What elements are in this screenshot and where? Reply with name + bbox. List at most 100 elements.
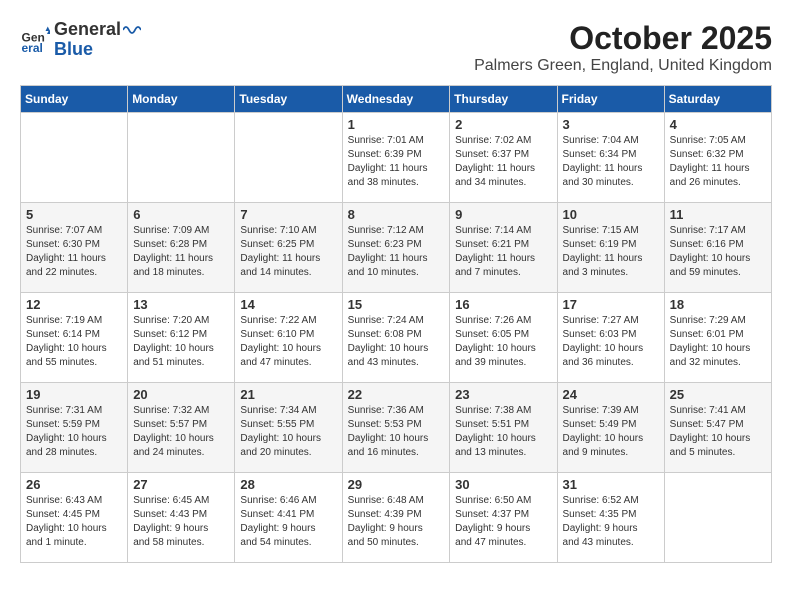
- day-number: 5: [26, 207, 122, 222]
- day-info: Sunrise: 7:05 AM Sunset: 6:32 PM Dayligh…: [670, 134, 766, 190]
- day-number: 17: [563, 297, 659, 312]
- day-info: Sunrise: 7:34 AM Sunset: 5:55 PM Dayligh…: [240, 404, 336, 460]
- location: Palmers Green, England, United Kingdom: [474, 57, 772, 75]
- calendar-cell: [21, 113, 128, 203]
- calendar-cell: 26 Sunrise: 6:43 AM Sunset: 4:45 PM Dayli…: [21, 473, 128, 563]
- logo-icon: Gen eral: [20, 25, 50, 55]
- day-number: 24: [563, 387, 659, 402]
- day-number: 27: [133, 477, 229, 492]
- day-number: 23: [455, 387, 551, 402]
- svg-text:eral: eral: [22, 41, 43, 55]
- calendar-cell: 13Sunrise: 7:20 AM Sunset: 6:12 PM Dayli…: [128, 293, 235, 383]
- day-info: Sunrise: 7:07 AM Sunset: 6:30 PM Dayligh…: [26, 224, 122, 280]
- day-info: Sunrise: 7:38 AM Sunset: 5:51 PM Dayligh…: [455, 404, 551, 460]
- day-number: 16: [455, 297, 551, 312]
- day-info: Sunrise: 6:52 AM Sunset: 4:35 PM Dayligh…: [563, 494, 659, 550]
- day-info: Sunrise: 6:43 AM Sunset: 4:45 PM Dayligh…: [26, 494, 122, 550]
- wave-icon: [123, 23, 141, 37]
- day-info: Sunrise: 7:04 AM Sunset: 6:34 PM Dayligh…: [563, 134, 659, 190]
- calendar-cell: [664, 473, 771, 563]
- day-number: 29: [348, 477, 445, 492]
- day-info: Sunrise: 7:22 AM Sunset: 6:10 PM Dayligh…: [240, 314, 336, 370]
- calendar-cell: 22 Sunrise: 7:36 AM Sunset: 5:53 PM Dayli…: [342, 383, 450, 473]
- weekday-header: Sunday: [21, 86, 128, 113]
- day-info: Sunrise: 7:02 AM Sunset: 6:37 PM Dayligh…: [455, 134, 551, 190]
- calendar-header-row: SundayMondayTuesdayWednesdayThursdayFrid…: [21, 86, 772, 113]
- calendar-cell: 17 Sunrise: 7:27 AM Sunset: 6:03 PM Dayli…: [557, 293, 664, 383]
- calendar-cell: 16 Sunrise: 7:26 AM Sunset: 6:05 PM Dayli…: [450, 293, 557, 383]
- day-info: Sunrise: 7:39 AM Sunset: 5:49 PM Dayligh…: [563, 404, 659, 460]
- day-number: 3: [563, 117, 659, 132]
- calendar-cell: 30Sunrise: 6:50 AM Sunset: 4:37 PM Dayli…: [450, 473, 557, 563]
- calendar-cell: 29 Sunrise: 6:48 AM Sunset: 4:39 PM Dayli…: [342, 473, 450, 563]
- day-info: Sunrise: 7:17 AM Sunset: 6:16 PM Dayligh…: [670, 224, 766, 280]
- title-block: October 2025 Palmers Green, England, Uni…: [474, 20, 772, 75]
- day-number: 6: [133, 207, 229, 222]
- calendar-cell: 31 Sunrise: 6:52 AM Sunset: 4:35 PM Dayli…: [557, 473, 664, 563]
- day-number: 9: [455, 207, 551, 222]
- day-number: 15: [348, 297, 445, 312]
- day-info: Sunrise: 6:45 AM Sunset: 4:43 PM Dayligh…: [133, 494, 229, 550]
- day-info: Sunrise: 7:24 AM Sunset: 6:08 PM Dayligh…: [348, 314, 445, 370]
- day-info: Sunrise: 7:09 AM Sunset: 6:28 PM Dayligh…: [133, 224, 229, 280]
- calendar-cell: 19 Sunrise: 7:31 AM Sunset: 5:59 PM Dayli…: [21, 383, 128, 473]
- logo: Gen eral General Blue: [20, 20, 141, 60]
- calendar-cell: 27 Sunrise: 6:45 AM Sunset: 4:43 PM Dayli…: [128, 473, 235, 563]
- day-info: Sunrise: 7:26 AM Sunset: 6:05 PM Dayligh…: [455, 314, 551, 370]
- calendar-cell: 21 Sunrise: 7:34 AM Sunset: 5:55 PM Dayli…: [235, 383, 342, 473]
- day-number: 14: [240, 297, 336, 312]
- day-number: 22: [348, 387, 445, 402]
- calendar-cell: 10Sunrise: 7:15 AM Sunset: 6:19 PM Dayli…: [557, 203, 664, 293]
- day-number: 30: [455, 477, 551, 492]
- day-number: 26: [26, 477, 122, 492]
- calendar-cell: 1 Sunrise: 7:01 AM Sunset: 6:39 PM Daylig…: [342, 113, 450, 203]
- calendar-cell: 9 Sunrise: 7:14 AM Sunset: 6:21 PM Daylig…: [450, 203, 557, 293]
- day-info: Sunrise: 7:15 AM Sunset: 6:19 PM Dayligh…: [563, 224, 659, 280]
- page-header: Gen eral General Blue October 2025 Palme…: [20, 20, 772, 75]
- day-info: Sunrise: 7:36 AM Sunset: 5:53 PM Dayligh…: [348, 404, 445, 460]
- calendar-cell: 5 Sunrise: 7:07 AM Sunset: 6:30 PM Daylig…: [21, 203, 128, 293]
- day-number: 18: [670, 297, 766, 312]
- weekday-header: Saturday: [664, 86, 771, 113]
- day-number: 31: [563, 477, 659, 492]
- weekday-header: Wednesday: [342, 86, 450, 113]
- month-title: October 2025: [474, 20, 772, 57]
- calendar-cell: [128, 113, 235, 203]
- day-number: 2: [455, 117, 551, 132]
- calendar-table: SundayMondayTuesdayWednesdayThursdayFrid…: [20, 85, 772, 563]
- calendar-cell: 25 Sunrise: 7:41 AM Sunset: 5:47 PM Dayli…: [664, 383, 771, 473]
- calendar-cell: [235, 113, 342, 203]
- day-info: Sunrise: 7:10 AM Sunset: 6:25 PM Dayligh…: [240, 224, 336, 280]
- calendar-cell: 4Sunrise: 7:05 AM Sunset: 6:32 PM Daylig…: [664, 113, 771, 203]
- day-number: 12: [26, 297, 122, 312]
- day-number: 21: [240, 387, 336, 402]
- calendar-cell: 7 Sunrise: 7:10 AM Sunset: 6:25 PM Daylig…: [235, 203, 342, 293]
- day-number: 1: [348, 117, 445, 132]
- day-info: Sunrise: 7:12 AM Sunset: 6:23 PM Dayligh…: [348, 224, 445, 280]
- calendar-cell: 20Sunrise: 7:32 AM Sunset: 5:57 PM Dayli…: [128, 383, 235, 473]
- day-number: 7: [240, 207, 336, 222]
- day-info: Sunrise: 7:41 AM Sunset: 5:47 PM Dayligh…: [670, 404, 766, 460]
- day-info: Sunrise: 7:01 AM Sunset: 6:39 PM Dayligh…: [348, 134, 445, 190]
- day-info: Sunrise: 7:14 AM Sunset: 6:21 PM Dayligh…: [455, 224, 551, 280]
- calendar-week-row: 5 Sunrise: 7:07 AM Sunset: 6:30 PM Daylig…: [21, 203, 772, 293]
- day-number: 25: [670, 387, 766, 402]
- calendar-cell: 18Sunrise: 7:29 AM Sunset: 6:01 PM Dayli…: [664, 293, 771, 383]
- day-info: Sunrise: 7:27 AM Sunset: 6:03 PM Dayligh…: [563, 314, 659, 370]
- day-info: Sunrise: 7:32 AM Sunset: 5:57 PM Dayligh…: [133, 404, 229, 460]
- calendar-cell: 14 Sunrise: 7:22 AM Sunset: 6:10 PM Dayli…: [235, 293, 342, 383]
- calendar-body: 1 Sunrise: 7:01 AM Sunset: 6:39 PM Daylig…: [21, 113, 772, 563]
- calendar-cell: 8Sunrise: 7:12 AM Sunset: 6:23 PM Daylig…: [342, 203, 450, 293]
- day-info: Sunrise: 7:31 AM Sunset: 5:59 PM Dayligh…: [26, 404, 122, 460]
- calendar-cell: 12Sunrise: 7:19 AM Sunset: 6:14 PM Dayli…: [21, 293, 128, 383]
- calendar-week-row: 1 Sunrise: 7:01 AM Sunset: 6:39 PM Daylig…: [21, 113, 772, 203]
- calendar-cell: 2 Sunrise: 7:02 AM Sunset: 6:37 PM Daylig…: [450, 113, 557, 203]
- logo-blue: Blue: [54, 40, 141, 60]
- day-number: 19: [26, 387, 122, 402]
- day-info: Sunrise: 6:46 AM Sunset: 4:41 PM Dayligh…: [240, 494, 336, 550]
- calendar-cell: 15 Sunrise: 7:24 AM Sunset: 6:08 PM Dayli…: [342, 293, 450, 383]
- day-number: 11: [670, 207, 766, 222]
- day-info: Sunrise: 6:48 AM Sunset: 4:39 PM Dayligh…: [348, 494, 445, 550]
- weekday-header: Friday: [557, 86, 664, 113]
- calendar-cell: 23 Sunrise: 7:38 AM Sunset: 5:51 PM Dayli…: [450, 383, 557, 473]
